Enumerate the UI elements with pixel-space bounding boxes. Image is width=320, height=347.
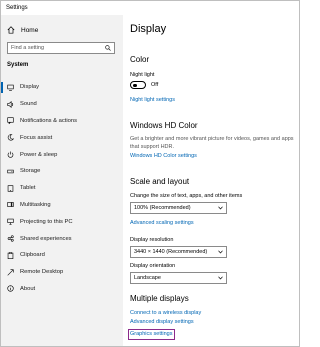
toggle-knob: [133, 83, 137, 87]
resolution-label: Display resolution: [130, 237, 174, 243]
storage-icon: [7, 169, 14, 174]
sidebar-item-label: Power & sleep: [20, 151, 58, 158]
sidebar-item-focus-assist[interactable]: Focus assist: [1, 129, 123, 146]
night-light-label: Night light: [130, 72, 155, 78]
search-icon: [105, 45, 111, 51]
sidebar-item-tablet[interactable]: Tablet: [1, 180, 123, 197]
sidebar-item-label: About: [20, 285, 36, 292]
sidebar-item-label: Remote Desktop: [20, 269, 64, 276]
connect-wireless-display-link[interactable]: Connect to a wireless display: [130, 310, 201, 316]
window-title: Settings: [1, 1, 299, 15]
sidebar-item-sound[interactable]: Sound: [1, 96, 123, 113]
sidebar-item-clipboard[interactable]: Clipboard: [1, 247, 123, 264]
home-icon: [7, 26, 15, 34]
sidebar-item-label: Sound: [20, 101, 37, 108]
sidebar-item-projecting[interactable]: Projecting to this PC: [1, 213, 123, 230]
search-input[interactable]: Find a setting: [7, 42, 115, 54]
sidebar-item-storage[interactable]: Storage: [1, 163, 123, 180]
hd-color-settings-link[interactable]: Windows HD Color settings: [130, 153, 197, 159]
multiple-displays-heading: Multiple displays: [130, 294, 189, 303]
sidebar-item-label: Storage: [20, 168, 41, 175]
night-light-settings-link[interactable]: Night light settings: [130, 97, 175, 103]
sidebar-item-power-sleep[interactable]: Power & sleep: [1, 146, 123, 163]
speaker-icon: [7, 100, 14, 108]
night-light-toggle[interactable]: [130, 81, 146, 89]
projecting-icon: [7, 219, 14, 225]
chevron-down-icon: [218, 206, 223, 210]
sidebar-item-label: Clipboard: [20, 252, 45, 259]
sidebar-item-label: Tablet: [20, 185, 36, 192]
color-heading: Color: [130, 55, 150, 64]
info-icon: [7, 285, 14, 293]
sidebar-item-about[interactable]: About: [1, 281, 123, 298]
graphics-settings-link[interactable]: Graphics settings: [130, 331, 173, 337]
shared-icon: [7, 235, 14, 242]
notification-icon: [7, 117, 14, 125]
orientation-dropdown[interactable]: Landscape: [130, 272, 227, 284]
remote-desktop-icon: [7, 269, 14, 276]
scale-value: 100% (Recommended): [134, 205, 191, 211]
sidebar-item-label: Notifications & actions: [20, 117, 78, 124]
sidebar-item-multitasking[interactable]: Multitasking: [1, 197, 123, 214]
sidebar-item-label: Display: [20, 84, 40, 91]
hd-color-heading: Windows HD Color: [130, 121, 198, 130]
clipboard-icon: [7, 251, 14, 259]
chevron-down-icon: [218, 250, 223, 254]
advanced-scaling-link[interactable]: Advanced scaling settings: [130, 220, 194, 226]
sidebar-item-notifications[interactable]: Notifications & actions: [1, 113, 123, 130]
sidebar-item-label: Focus assist: [20, 134, 53, 141]
sidebar-item-shared-experiences[interactable]: Shared experiences: [1, 230, 123, 247]
settings-window: Settings Home Find a setting System Disp…: [0, 0, 300, 347]
night-light-state: Off: [151, 82, 159, 88]
scale-layout-heading: Scale and layout: [130, 177, 190, 186]
sidebar: Home Find a setting System Display Sound…: [1, 15, 123, 346]
sidebar-item-label: Shared experiences: [20, 235, 72, 242]
hd-color-description: Get a brighter and more vibrant picture …: [130, 136, 294, 150]
search-placeholder: Find a setting: [11, 45, 45, 51]
resolution-value: 3440 × 1440 (Recommended): [134, 249, 208, 255]
tablet-icon: [7, 185, 14, 192]
power-icon: [7, 151, 14, 158]
scale-label: Change the size of text, apps, and other…: [130, 193, 243, 199]
sidebar-nav: Display Sound Notifications & actions Fo…: [1, 79, 123, 297]
monitor-icon: [7, 84, 14, 91]
orientation-value: Landscape: [134, 275, 161, 281]
sidebar-item-display[interactable]: Display: [1, 79, 123, 96]
scale-dropdown[interactable]: 100% (Recommended): [130, 202, 227, 214]
sidebar-item-remote-desktop[interactable]: Remote Desktop: [1, 264, 123, 281]
home-link[interactable]: Home: [7, 24, 38, 36]
sidebar-item-label: Multitasking: [20, 201, 51, 208]
sidebar-item-label: Projecting to this PC: [20, 218, 73, 225]
moon-icon: [7, 134, 14, 141]
advanced-display-settings-link[interactable]: Advanced display settings: [130, 319, 194, 325]
main-content: Display Color Night light Off Night ligh…: [123, 15, 299, 346]
resolution-dropdown[interactable]: 3440 × 1440 (Recommended): [130, 246, 227, 258]
orientation-label: Display orientation: [130, 263, 176, 269]
page-title: Display: [130, 23, 167, 35]
home-label: Home: [21, 26, 39, 34]
chevron-down-icon: [218, 276, 223, 280]
section-label-system: System: [7, 62, 29, 68]
multitasking-icon: [7, 202, 14, 208]
